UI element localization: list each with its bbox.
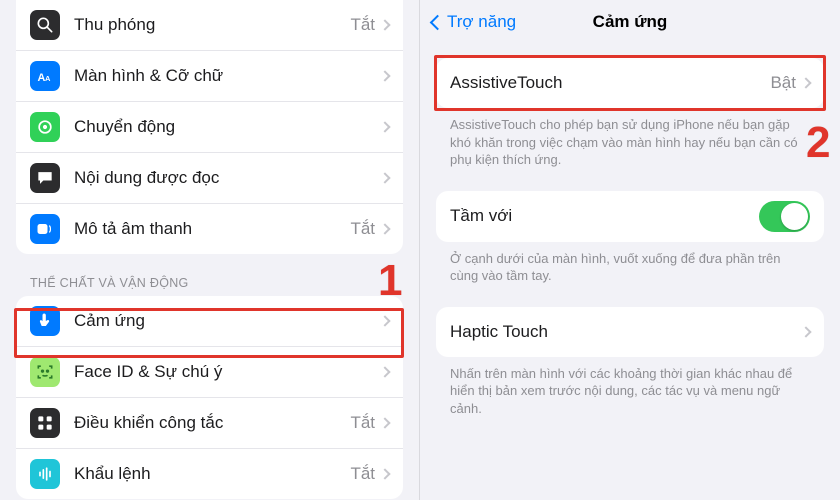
row-label: Nội dung được đọc	[74, 168, 381, 188]
chevron-right-icon	[379, 468, 390, 479]
row-motion[interactable]: Chuyển động	[16, 101, 403, 152]
chevron-right-icon	[800, 77, 811, 88]
row-label: Chuyển động	[74, 117, 381, 137]
row-voice-control[interactable]: Khẩu lệnh Tắt	[16, 448, 403, 499]
nav-header: Trợ năng Cảm ứng	[420, 0, 840, 44]
faceid-icon	[30, 357, 60, 387]
chevron-right-icon	[379, 366, 390, 377]
chevron-right-icon	[379, 172, 390, 183]
row-touch[interactable]: Cảm ứng	[16, 296, 403, 346]
assistivetouch-group: AssistiveTouch Bật	[436, 58, 824, 108]
row-value: Tắt	[350, 219, 375, 239]
audio-desc-icon	[30, 214, 60, 244]
row-label: Điều khiển công tắc	[74, 413, 350, 433]
row-display-textsize[interactable]: AA Màn hình & Cỡ chữ	[16, 50, 403, 101]
back-label: Trợ năng	[447, 12, 516, 32]
chevron-right-icon	[379, 223, 390, 234]
row-spoken-content[interactable]: Nội dung được đọc	[16, 152, 403, 203]
reachability-toggle[interactable]	[759, 201, 810, 232]
touch-icon	[30, 306, 60, 336]
motion-icon	[30, 112, 60, 142]
row-label: Màn hình & Cỡ chữ	[74, 66, 381, 86]
reachability-group: Tầm với	[436, 191, 824, 242]
haptic-group: Haptic Touch	[436, 307, 824, 357]
chevron-right-icon	[379, 19, 390, 30]
speech-bubble-icon	[30, 163, 60, 193]
chevron-right-icon	[379, 70, 390, 81]
chevron-left-icon	[430, 14, 446, 30]
chevron-right-icon	[379, 417, 390, 428]
vision-group: Thu phóng Tắt AA Màn hình & Cỡ chữ Chuyể…	[16, 0, 403, 254]
row-switch-control[interactable]: Điều khiển công tắc Tắt	[16, 397, 403, 448]
row-value: Tắt	[350, 413, 375, 433]
section-header-physical: THỂ CHẤT VÀ VẬN ĐỘNG	[0, 254, 419, 296]
row-label: AssistiveTouch	[450, 73, 770, 93]
row-label: Face ID & Sự chú ý	[74, 362, 381, 382]
chevron-right-icon	[379, 121, 390, 132]
haptic-note: Nhấn trên màn hình với các khoảng thời g…	[420, 357, 840, 422]
row-audio-descriptions[interactable]: Mô tả âm thanh Tắt	[16, 203, 403, 254]
svg-text:A: A	[45, 74, 51, 83]
zoom-icon	[30, 10, 60, 40]
accessibility-settings-pane: Thu phóng Tắt AA Màn hình & Cỡ chữ Chuyể…	[0, 0, 420, 500]
row-reachability[interactable]: Tầm với	[436, 191, 824, 242]
physical-group: Cảm ứng Face ID & Sự chú ý Điều khiển cô…	[16, 296, 403, 499]
switch-control-icon	[30, 408, 60, 438]
reachability-note: Ở cạnh dưới của màn hình, vuốt xuống để …	[420, 242, 840, 289]
chevron-right-icon	[800, 326, 811, 337]
row-haptic-touch[interactable]: Haptic Touch	[436, 307, 824, 357]
row-assistivetouch[interactable]: AssistiveTouch Bật	[436, 58, 824, 108]
row-label: Tầm với	[450, 206, 759, 226]
touch-settings-pane: Trợ năng Cảm ứng AssistiveTouch Bật Assi…	[420, 0, 840, 500]
row-label: Cảm ứng	[74, 311, 381, 331]
row-label: Haptic Touch	[450, 322, 802, 342]
page-title: Cảm ứng	[593, 12, 668, 32]
voice-control-icon	[30, 459, 60, 489]
row-label: Mô tả âm thanh	[74, 219, 350, 239]
row-label: Thu phóng	[74, 15, 350, 35]
row-value: Bật	[770, 73, 796, 93]
row-zoom[interactable]: Thu phóng Tắt	[16, 0, 403, 50]
textsize-icon: AA	[30, 61, 60, 91]
chevron-right-icon	[379, 315, 390, 326]
assistivetouch-note: AssistiveTouch cho phép bạn sử dụng iPho…	[420, 108, 840, 173]
back-button[interactable]: Trợ năng	[428, 0, 516, 44]
row-value: Tắt	[350, 15, 375, 35]
row-value: Tắt	[350, 464, 375, 484]
row-label: Khẩu lệnh	[74, 464, 350, 484]
row-faceid-attention[interactable]: Face ID & Sự chú ý	[16, 346, 403, 397]
